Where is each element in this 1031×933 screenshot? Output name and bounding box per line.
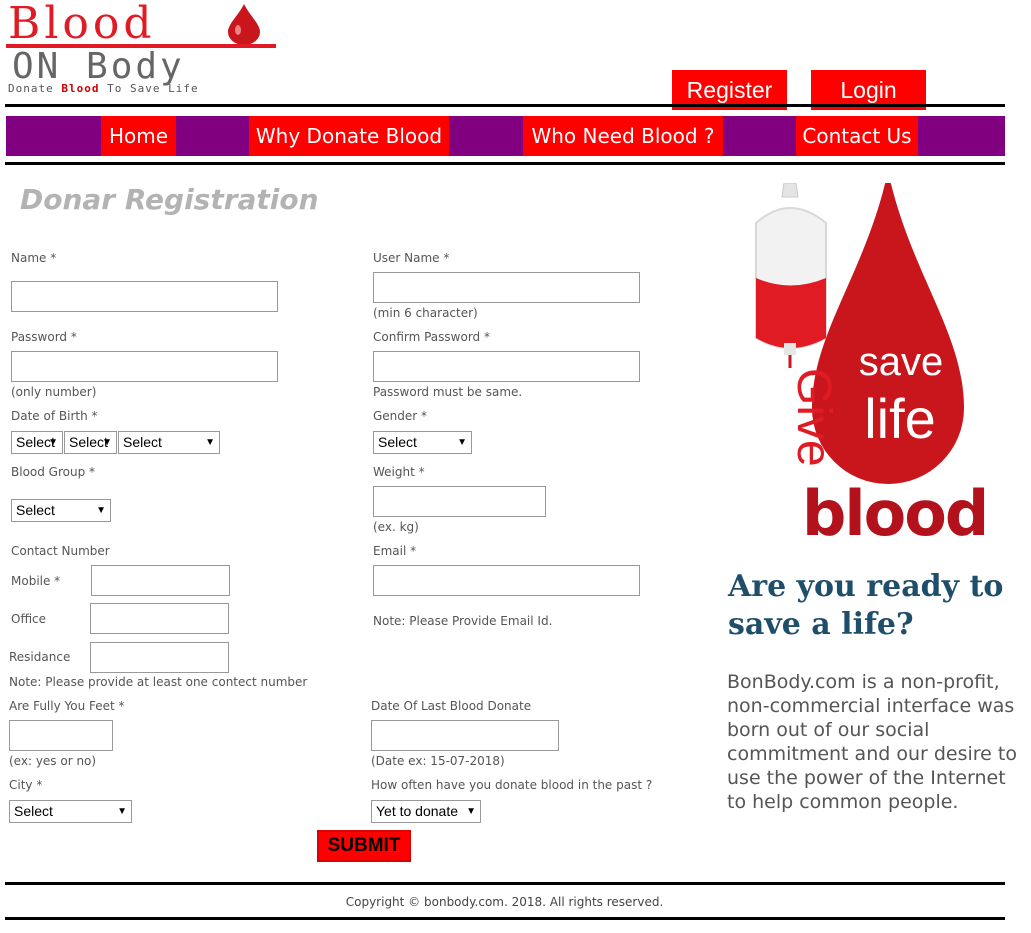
chevron-down-icon: ▼ bbox=[466, 806, 476, 817]
hero-word-give: Give bbox=[787, 368, 840, 467]
hero-word-blood: blood bbox=[802, 477, 986, 543]
gender-select[interactable]: Select ▼ bbox=[373, 431, 472, 454]
name-label: Name * bbox=[11, 251, 57, 265]
sidebar-about-text: BonBody.com is a non-profit, non-commerc… bbox=[727, 671, 1017, 813]
confirm-password-input[interactable] bbox=[373, 351, 640, 382]
password-input[interactable] bbox=[11, 351, 278, 382]
password-note: (only number) bbox=[11, 385, 97, 399]
footer-copyright: Copyright © bonbody.com. 2018. All right… bbox=[345, 895, 664, 909]
footer-top-divider bbox=[5, 882, 1005, 885]
username-input[interactable] bbox=[373, 272, 640, 303]
name-input[interactable] bbox=[11, 281, 278, 312]
nav-who-need-blood[interactable]: Who Need Blood ? bbox=[523, 116, 723, 156]
chevron-down-icon: ▼ bbox=[205, 437, 215, 448]
site-logo[interactable]: Blood ON Body Donate Blood To Save Life bbox=[6, 2, 278, 100]
chevron-down-icon: ▼ bbox=[457, 437, 467, 448]
chevron-down-icon: ▼ bbox=[117, 806, 127, 817]
contact-number-label: Contact Number bbox=[11, 544, 110, 558]
email-note: Note: Please Provide Email Id. bbox=[373, 614, 553, 628]
last-donate-note: (Date ex: 15-07-2018) bbox=[371, 754, 505, 768]
weight-label: Weight * bbox=[373, 465, 425, 479]
how-often-select[interactable]: Yet to donate ▼ bbox=[371, 800, 481, 823]
main-nav: Home Why Donate Blood Who Need Blood ? C… bbox=[6, 116, 1005, 156]
dob-day-select[interactable]: Select ▼ bbox=[11, 431, 63, 454]
page-title: Donar Registration bbox=[20, 183, 319, 216]
chevron-down-icon: ▼ bbox=[102, 437, 112, 448]
contact-note: Note: Please provide at least one contec… bbox=[9, 675, 308, 689]
email-input[interactable] bbox=[373, 565, 640, 596]
blood-drop-icon bbox=[228, 4, 260, 45]
office-input[interactable] bbox=[90, 603, 229, 634]
city-label: City * bbox=[9, 778, 43, 792]
how-often-label: How often have you donate blood in the p… bbox=[371, 778, 653, 792]
nav-contact-us[interactable]: Contact Us bbox=[796, 116, 918, 156]
gender-label: Gender * bbox=[373, 409, 428, 423]
blood-group-label: Blood Group * bbox=[11, 465, 96, 479]
give-blood-illustration: save life Give blood bbox=[755, 183, 986, 543]
submit-button[interactable]: SUBMIT bbox=[317, 830, 411, 862]
blood-group-select[interactable]: Select ▼ bbox=[11, 499, 111, 522]
logo-title-onbody: ON Body bbox=[12, 46, 185, 87]
sidebar-tagline: Are you ready to save a life? bbox=[728, 569, 1004, 642]
residance-label: Residance bbox=[9, 650, 71, 664]
weight-note: (ex. kg) bbox=[373, 520, 419, 534]
confirm-password-label: Confirm Password * bbox=[373, 330, 490, 344]
footer-bottom-divider bbox=[5, 917, 1005, 920]
mobile-label: Mobile * bbox=[11, 574, 61, 588]
header-divider bbox=[5, 104, 1005, 107]
feet-input[interactable] bbox=[9, 720, 113, 751]
office-label: Office bbox=[11, 612, 47, 626]
chevron-down-icon: ▼ bbox=[48, 437, 58, 448]
weight-input[interactable] bbox=[373, 486, 546, 517]
chevron-down-icon: ▼ bbox=[96, 505, 106, 516]
mobile-input[interactable] bbox=[91, 565, 230, 596]
dob-label: Date of Birth * bbox=[11, 409, 98, 423]
username-note: (min 6 character) bbox=[373, 306, 478, 320]
hero-word-life: life bbox=[864, 387, 936, 450]
nav-why-donate-blood[interactable]: Why Donate Blood bbox=[249, 116, 449, 156]
logo-title-blood: Blood bbox=[8, 0, 156, 49]
hero-word-save: save bbox=[859, 340, 944, 384]
logo-tagline: Donate Blood To Save Life bbox=[8, 82, 199, 95]
nav-home[interactable]: Home bbox=[101, 116, 176, 156]
email-label: Email * bbox=[373, 544, 417, 558]
feet-label: Are Fully You Feet * bbox=[9, 699, 125, 713]
username-label: User Name * bbox=[373, 251, 450, 265]
last-donate-input[interactable] bbox=[371, 720, 559, 751]
nav-divider bbox=[5, 162, 1005, 165]
feet-note: (ex: yes or no) bbox=[9, 754, 97, 768]
dob-month-select[interactable]: Select ▼ bbox=[64, 431, 117, 454]
residance-input[interactable] bbox=[90, 642, 229, 673]
confirm-password-note: Password must be same. bbox=[373, 385, 523, 399]
dob-year-select[interactable]: Select ▼ bbox=[118, 431, 220, 454]
city-select[interactable]: Select ▼ bbox=[9, 800, 132, 823]
password-label: Password * bbox=[11, 330, 77, 344]
last-donate-label: Date Of Last Blood Donate bbox=[371, 699, 532, 713]
